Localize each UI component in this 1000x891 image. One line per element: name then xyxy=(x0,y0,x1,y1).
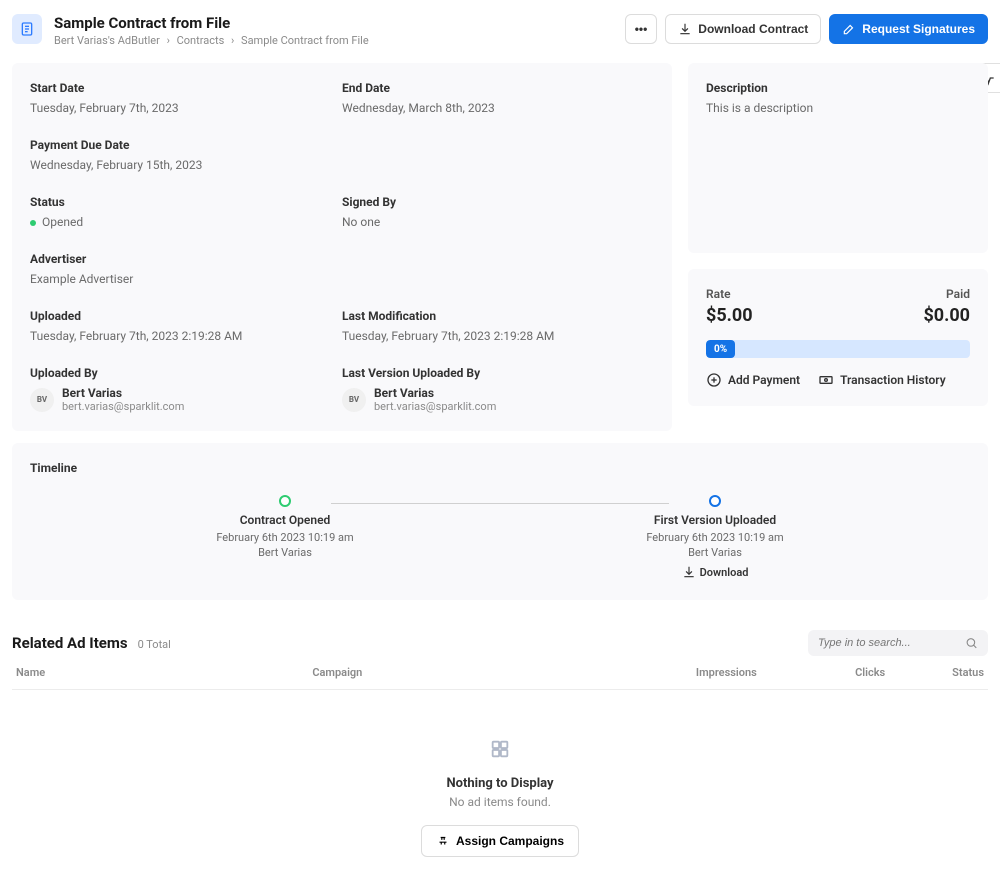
assign-campaigns-button[interactable]: Assign Campaigns xyxy=(421,825,579,857)
download-contract-button[interactable]: Download Contract xyxy=(665,14,821,44)
field-end-date: End Date Wednesday, March 8th, 2023 xyxy=(342,81,654,116)
breadcrumb-item[interactable]: Sample Contract from File xyxy=(241,34,369,47)
timeline-dot-icon xyxy=(279,495,291,507)
related-title: Related Ad Items xyxy=(12,634,128,652)
col-clicks[interactable]: Clicks xyxy=(757,666,885,679)
timeline-card: Timeline Contract Opened February 6th 20… xyxy=(12,443,988,600)
dots-horizontal-icon: ••• xyxy=(635,22,648,36)
transaction-history-button[interactable]: Transaction History xyxy=(818,372,946,388)
download-contract-label: Download Contract xyxy=(698,22,808,36)
details-card: Start Date Tuesday, February 7th, 2023 E… xyxy=(12,63,672,431)
field-status: Status Opened xyxy=(30,195,342,230)
document-icon xyxy=(12,14,42,44)
download-icon xyxy=(682,565,696,579)
payment-card: Rate $5.00 Paid $0.00 0% Add Payment T xyxy=(688,269,988,406)
breadcrumb[interactable]: Bert Varias's AdButler › Contracts › Sam… xyxy=(54,34,369,47)
chevron-right-icon: › xyxy=(167,34,170,47)
table-header: Name Campaign Impressions Clicks Status xyxy=(12,656,988,690)
timeline-dot-icon xyxy=(709,495,721,507)
related-section: Related Ad Items 0 Total Name Campaign I… xyxy=(0,616,1000,891)
col-campaign[interactable]: Campaign xyxy=(312,666,608,679)
plus-circle-icon xyxy=(706,372,722,388)
timeline-event: First Version Uploaded February 6th 2023… xyxy=(615,495,815,582)
timeline-download-button[interactable]: Download xyxy=(682,565,749,579)
related-count: 0 Total xyxy=(138,638,171,651)
grid-icon xyxy=(12,738,988,764)
avatar: BV xyxy=(342,388,366,412)
description-card: Description This is a description xyxy=(688,63,988,253)
search-input[interactable] xyxy=(818,637,965,649)
download-icon xyxy=(678,22,692,36)
cash-icon xyxy=(818,372,834,388)
breadcrumb-item[interactable]: Bert Varias's AdButler xyxy=(54,34,160,47)
request-signatures-button[interactable]: Request Signatures xyxy=(829,14,988,44)
payment-progress: 0% xyxy=(706,340,970,358)
header-actions: ••• Download Contract Request Signatures xyxy=(625,14,988,44)
field-signed-by: Signed By No one xyxy=(342,195,654,230)
field-uploaded-by: Uploaded By BV Bert Varias bert.varias@s… xyxy=(30,366,342,413)
field-uploaded: Uploaded Tuesday, February 7th, 2023 2:1… xyxy=(30,309,342,344)
add-payment-button[interactable]: Add Payment xyxy=(706,372,800,388)
chevron-right-icon: › xyxy=(231,34,234,47)
avatar: BV xyxy=(30,388,54,412)
field-start-date: Start Date Tuesday, February 7th, 2023 xyxy=(30,81,342,116)
header-left: Sample Contract from File Bert Varias's … xyxy=(12,14,369,47)
edit-icon xyxy=(842,22,856,36)
main-content: Start Date Tuesday, February 7th, 2023 E… xyxy=(0,51,1000,443)
search-icon xyxy=(965,636,978,650)
search-box[interactable] xyxy=(808,630,988,656)
field-last-version-by: Last Version Uploaded By BV Bert Varias … xyxy=(342,366,654,413)
col-name[interactable]: Name xyxy=(16,666,312,679)
link-icon xyxy=(436,834,450,848)
col-impressions[interactable]: Impressions xyxy=(609,666,757,679)
page-header: Sample Contract from File Bert Varias's … xyxy=(0,0,1000,51)
field-last-mod: Last Modification Tuesday, February 7th,… xyxy=(342,309,654,344)
page-title: Sample Contract from File xyxy=(54,14,369,32)
timeline-event: Contract Opened February 6th 2023 10:19 … xyxy=(185,495,385,582)
breadcrumb-item[interactable]: Contracts xyxy=(177,34,225,47)
field-advertiser: Advertiser Example Advertiser xyxy=(30,252,654,287)
status-dot-icon xyxy=(30,220,36,226)
more-button[interactable]: ••• xyxy=(625,14,658,44)
title-block: Sample Contract from File Bert Varias's … xyxy=(54,14,369,47)
empty-state: Nothing to Display No ad items found. As… xyxy=(12,690,988,877)
col-status[interactable]: Status xyxy=(885,666,984,679)
request-signatures-label: Request Signatures xyxy=(862,22,975,36)
field-payment-due: Payment Due Date Wednesday, February 15t… xyxy=(30,138,654,173)
